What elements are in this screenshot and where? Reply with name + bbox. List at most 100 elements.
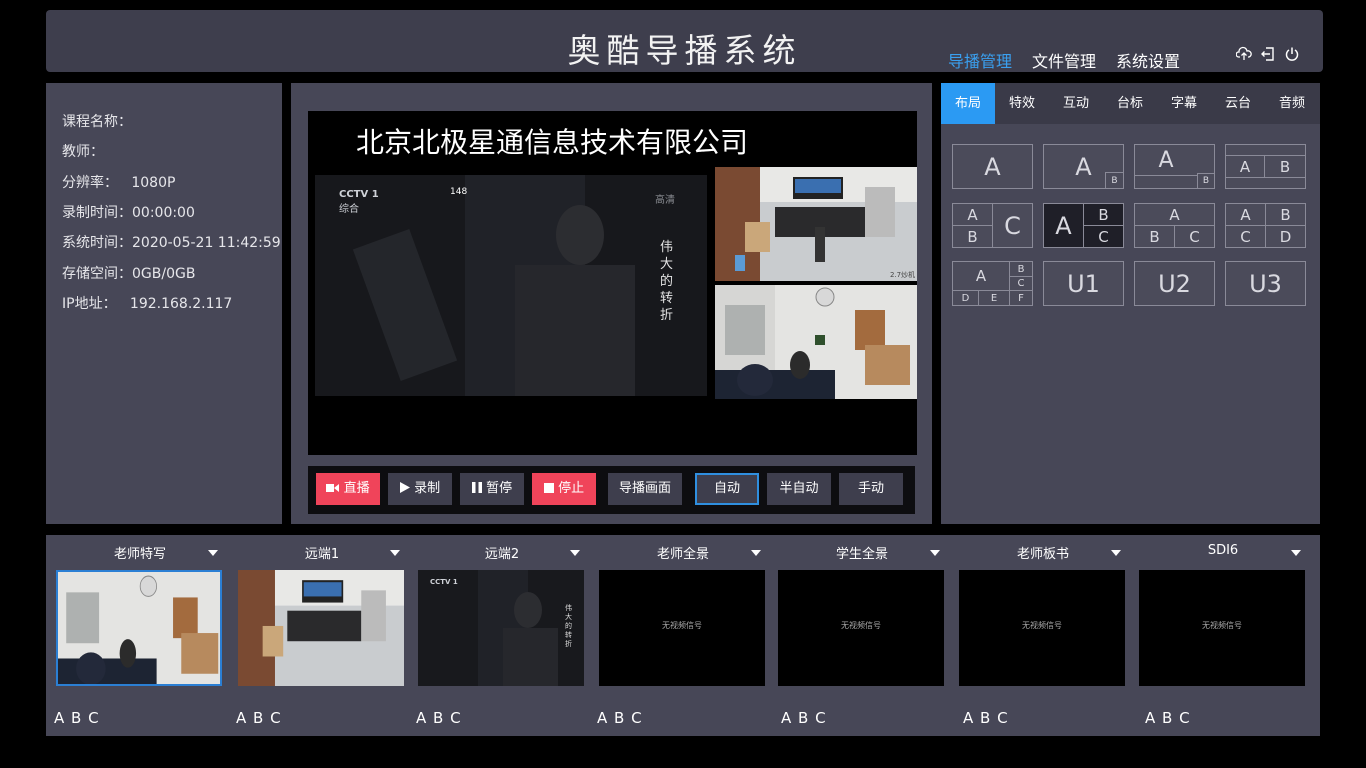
tab-logo[interactable]: 台标 xyxy=(1103,83,1157,124)
layout-a-bc[interactable]: A B C xyxy=(1043,203,1124,248)
chevron-down-icon xyxy=(1111,550,1121,556)
layout-single[interactable]: A xyxy=(952,144,1033,189)
vertical-caption: 伟大的转折 xyxy=(565,604,572,648)
manual-button[interactable]: 手动 xyxy=(839,473,903,505)
stop-button[interactable]: 停止 xyxy=(532,473,596,505)
source-select[interactable]: 老师特写 xyxy=(56,543,224,565)
stop-label: 停止 xyxy=(558,481,585,496)
layout-cell-b: B xyxy=(1105,172,1123,188)
pause-label: 暂停 xyxy=(486,481,513,496)
power-icon[interactable] xyxy=(1284,46,1300,62)
layout-cell-f: F xyxy=(1018,292,1024,304)
stop-icon xyxy=(543,483,554,493)
source-select[interactable]: 老师板书 xyxy=(959,543,1127,565)
layout-side-by-side[interactable]: A B xyxy=(1225,144,1306,189)
program-preview[interactable]: 北京北极星通信息技术有限公司 CCTV 1 综合 148 高清 伟大的转折 2.… xyxy=(308,111,917,455)
preview-panel: 北京北极星通信息技术有限公司 CCTV 1 综合 148 高清 伟大的转折 2.… xyxy=(291,83,932,524)
layout-user-3-label: U3 xyxy=(1249,269,1282,298)
pause-icon xyxy=(471,482,482,493)
upload-icon[interactable] xyxy=(1236,46,1252,62)
source-select[interactable]: 老师全景 xyxy=(599,543,767,565)
source-abc-labels[interactable]: A B C xyxy=(236,709,282,727)
layout-cell-a: A xyxy=(1226,156,1265,177)
source-abc-labels[interactable]: A B C xyxy=(597,709,643,727)
chevron-down-icon xyxy=(751,550,761,556)
logout-icon[interactable] xyxy=(1260,46,1276,62)
no-signal-text: 无视频信号 xyxy=(1202,621,1242,630)
layout-six[interactable]: A B C D E F xyxy=(952,261,1033,306)
no-signal-text: 无视频信号 xyxy=(662,621,702,630)
source-select[interactable]: SDI6 xyxy=(1139,543,1307,565)
source-thumbnail[interactable]: 无视频信号 xyxy=(778,570,944,686)
layout-user-1[interactable]: U1 xyxy=(1043,261,1124,306)
nav-files[interactable]: 文件管理 xyxy=(1032,48,1096,72)
layout-ab-c[interactable]: A B C xyxy=(952,203,1033,248)
layout-user-2-label: U2 xyxy=(1158,269,1191,298)
source-select[interactable]: 远端1 xyxy=(238,543,406,565)
resolution: 分辨率： 1080P xyxy=(62,175,176,191)
source-abc-labels[interactable]: A B C xyxy=(416,709,462,727)
source-thumbnail[interactable] xyxy=(56,570,222,686)
source-remote-1: 远端1 A B C xyxy=(236,543,406,727)
source-blackboard: 老师板书 无视频信号 A B C xyxy=(959,543,1127,727)
no-signal-text: 无视频信号 xyxy=(1022,621,1062,630)
chevron-down-icon xyxy=(208,550,218,556)
layout-user-3[interactable]: U3 xyxy=(1225,261,1306,306)
source-thumbnail[interactable]: 无视频信号 xyxy=(599,570,765,686)
source-thumbnail[interactable]: 无视频信号 xyxy=(959,570,1125,686)
layout-cell-c: C xyxy=(1226,226,1266,247)
source-thumbnail[interactable]: CCTV 1 伟大的转折 xyxy=(418,570,584,686)
effects-tabs: 布局 特效 互动 台标 字幕 云台 音频 xyxy=(941,83,1320,124)
nav-director[interactable]: 导播管理 xyxy=(948,48,1012,72)
tab-ptz[interactable]: 云台 xyxy=(1211,83,1265,124)
info-panel: 课程名称： 教师： 分辨率： 1080P 录制时间：00:00:00 系统时间：… xyxy=(46,83,282,524)
layout-a-over-bc[interactable]: A B C xyxy=(1134,203,1215,248)
source-abc-labels[interactable]: A B C xyxy=(963,709,1009,727)
layout-cell-e: E xyxy=(979,291,1010,305)
tab-audio[interactable]: 音频 xyxy=(1265,83,1319,124)
source-abc-labels[interactable]: A B C xyxy=(781,709,827,727)
source-select[interactable]: 远端2 xyxy=(418,543,586,565)
source-thumbnail-scene xyxy=(238,570,404,686)
source-abc-labels[interactable]: A B C xyxy=(1145,709,1191,727)
source-abc-labels[interactable]: A B C xyxy=(54,709,100,727)
source-thumbnail[interactable]: 无视频信号 xyxy=(1139,570,1305,686)
header-icons xyxy=(1236,46,1300,62)
layout-cell-c: C xyxy=(1098,227,1109,246)
layout-cell-b: B xyxy=(953,226,993,247)
source-sdi6: SDI6 无视频信号 A B C xyxy=(1139,543,1307,727)
layout-cell-a: A xyxy=(953,204,993,226)
layout-cell-c: C xyxy=(1010,277,1032,291)
layout-divider xyxy=(1135,175,1197,176)
record-button[interactable]: 录制 xyxy=(388,473,452,505)
layout-pip-br[interactable]: A B xyxy=(1043,144,1124,189)
live-button[interactable]: 直播 xyxy=(316,473,380,505)
ip-address: IP地址： 192.168.2.117 xyxy=(62,296,233,312)
tab-subtitle[interactable]: 字幕 xyxy=(1157,83,1211,124)
play-icon xyxy=(399,482,410,493)
badge-number: 148 xyxy=(450,187,468,197)
tab-effects[interactable]: 特效 xyxy=(995,83,1049,124)
pause-button[interactable]: 暂停 xyxy=(460,473,524,505)
channel-logo: CCTV 1 综合 xyxy=(339,189,379,215)
chevron-down-icon xyxy=(390,550,400,556)
layout-quad[interactable]: A B C D xyxy=(1225,203,1306,248)
nav-settings[interactable]: 系统设置 xyxy=(1116,48,1180,72)
layout-cell-b: B xyxy=(1266,204,1305,226)
layout-divider xyxy=(1226,177,1305,178)
auto-mode-button[interactable]: 自动 xyxy=(695,473,759,505)
tab-interaction[interactable]: 互动 xyxy=(1049,83,1103,124)
layout-pip-br-2[interactable]: A B xyxy=(1134,144,1215,189)
source-teacher-wide: 老师全景 无视频信号 A B C xyxy=(597,543,767,727)
tab-layout[interactable]: 布局 xyxy=(941,83,995,124)
main-nav: 导播管理 文件管理 系统设置 xyxy=(948,48,1180,72)
chevron-down-icon xyxy=(930,550,940,556)
semi-auto-button[interactable]: 半自动 xyxy=(767,473,831,505)
no-signal-text: 无视频信号 xyxy=(841,621,881,630)
effects-panel: 布局 特效 互动 台标 字幕 云台 音频 A A B A B A B A B C… xyxy=(941,83,1320,524)
director-view-button[interactable]: 导播画面 xyxy=(608,473,682,505)
source-thumbnail[interactable] xyxy=(238,570,404,686)
source-select[interactable]: 学生全景 xyxy=(778,543,946,565)
layout-user-2[interactable]: U2 xyxy=(1134,261,1215,306)
chevron-down-icon xyxy=(1291,550,1301,556)
